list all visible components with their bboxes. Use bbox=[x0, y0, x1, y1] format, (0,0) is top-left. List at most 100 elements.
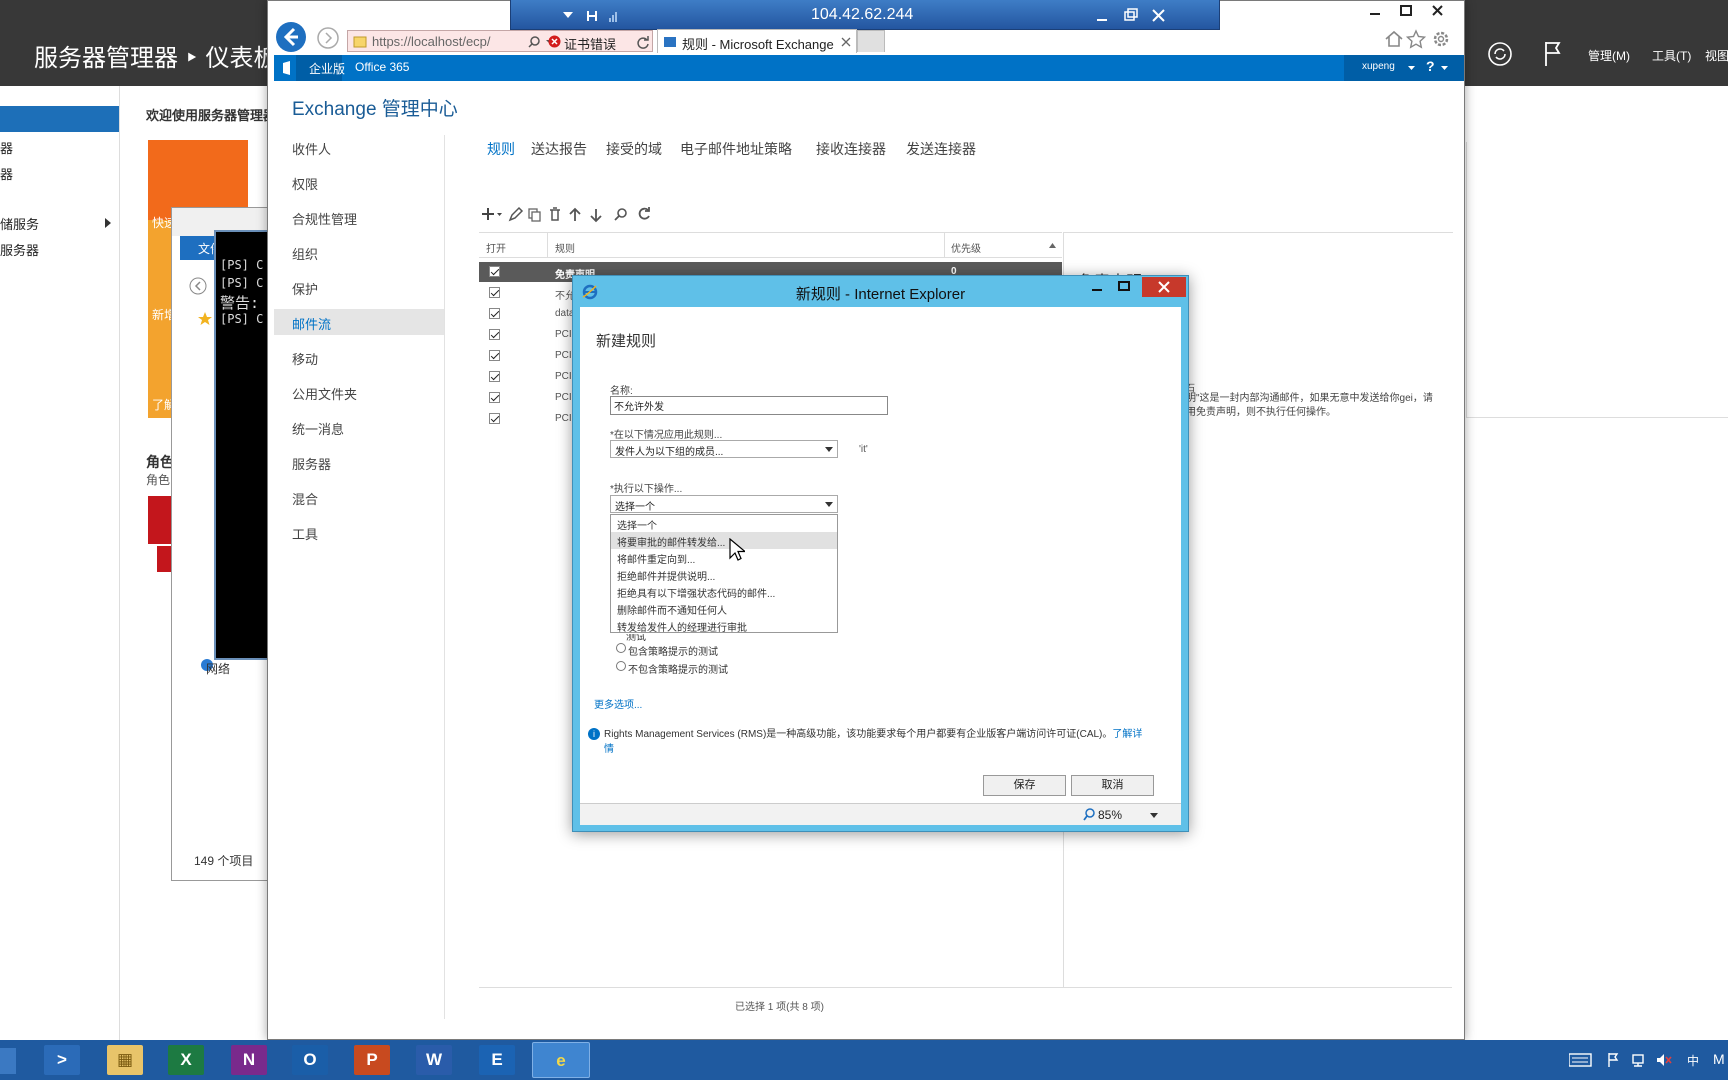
taskbar-exchange-shell[interactable]: E bbox=[479, 1045, 515, 1075]
rule-name[interactable]: PCI bbox=[555, 413, 572, 424]
nav-compliance[interactable]: 合规性管理 bbox=[292, 209, 357, 228]
taskbar-outlook[interactable]: O bbox=[292, 1045, 328, 1075]
nav-permissions[interactable]: 权限 bbox=[292, 174, 318, 193]
refresh-icon[interactable] bbox=[636, 35, 650, 49]
volume-muted-icon bbox=[1657, 1054, 1672, 1066]
taskbar-word[interactable]: W bbox=[416, 1045, 452, 1075]
cert-error-label[interactable]: 证书错误 bbox=[564, 34, 616, 53]
rule-checkbox[interactable] bbox=[489, 350, 500, 361]
rule-name-input[interactable] bbox=[610, 396, 888, 415]
tab-delivery-reports[interactable]: 送达报告 bbox=[531, 139, 587, 159]
column-header-priority[interactable]: 优先级 bbox=[951, 240, 981, 255]
taskbar-powerpoint[interactable]: P bbox=[354, 1045, 390, 1075]
ime-indicator[interactable]: 中 bbox=[1687, 1052, 1699, 1069]
topbar-office365[interactable]: Office 365 bbox=[355, 60, 409, 74]
rule-name[interactable]: PCI bbox=[555, 329, 572, 340]
address-bar[interactable]: https://localhost/ecp/ 证书错误 bbox=[347, 30, 653, 52]
topbar-enterprise[interactable]: 企业版 bbox=[309, 60, 345, 77]
explorer-network-item[interactable]: 网络 bbox=[206, 660, 230, 677]
refresh-icon[interactable] bbox=[1486, 40, 1514, 68]
action-option-highlighted[interactable]: 将要审批的邮件转发给... bbox=[611, 532, 837, 549]
rule-checkbox[interactable] bbox=[489, 413, 500, 424]
forward-button[interactable] bbox=[317, 27, 339, 49]
action-option[interactable]: 拒绝具有以下增强状态代码的邮件... bbox=[611, 583, 837, 600]
nav-recipients[interactable]: 收件人 bbox=[292, 139, 331, 158]
more-options-link[interactable]: 更多选项... bbox=[594, 696, 642, 711]
nav-item-storage[interactable]: 储服务 bbox=[0, 214, 39, 233]
tab-receive-connectors[interactable]: 接收连接器 bbox=[816, 139, 886, 159]
nav-organization[interactable]: 组织 bbox=[292, 244, 318, 263]
rule-checkbox[interactable] bbox=[489, 266, 500, 277]
rule-checkbox[interactable] bbox=[489, 308, 500, 319]
user-menu[interactable]: xupeng bbox=[1362, 61, 1395, 72]
maximize-icon[interactable] bbox=[1109, 277, 1139, 297]
menu-view[interactable]: 视图 bbox=[1705, 47, 1728, 64]
rule-checkbox[interactable] bbox=[489, 329, 500, 340]
back-icon[interactable] bbox=[188, 276, 208, 296]
action-option[interactable]: 转发给发件人的经理进行审批 bbox=[611, 617, 837, 634]
rdp-pin-icons[interactable] bbox=[559, 9, 619, 23]
nav-servers[interactable]: 服务器 bbox=[292, 454, 331, 473]
learn-more-link[interactable]: 了解详 bbox=[1112, 729, 1142, 740]
rule-checkbox[interactable] bbox=[489, 392, 500, 403]
rule-name[interactable]: PCI bbox=[555, 392, 572, 403]
action-select[interactable]: 选择一个 bbox=[610, 495, 838, 513]
close-tab-icon[interactable] bbox=[841, 37, 851, 47]
nav-mobile[interactable]: 移动 bbox=[292, 349, 318, 368]
minimize-icon[interactable] bbox=[1082, 277, 1112, 297]
action-option[interactable]: 将邮件重定向到... bbox=[611, 549, 837, 566]
flag-icon[interactable] bbox=[1542, 40, 1564, 68]
taskbar-file-explorer[interactable]: ▦ bbox=[107, 1045, 143, 1075]
new-tab-button[interactable] bbox=[857, 30, 885, 52]
rdp-window-controls[interactable] bbox=[1097, 8, 1187, 24]
tab-email-address-policies[interactable]: 电子邮件地址策略 bbox=[680, 139, 792, 159]
action-option[interactable]: 删除邮件而不通知任何人 bbox=[611, 600, 837, 617]
action-option[interactable]: 拒绝邮件并提供说明... bbox=[611, 566, 837, 583]
nav-selected-item[interactable] bbox=[0, 106, 119, 132]
nav-tools[interactable]: 工具 bbox=[292, 524, 318, 543]
column-header-on[interactable]: 打开 bbox=[486, 240, 506, 255]
nav-item[interactable]: 器 bbox=[0, 138, 13, 157]
address-url[interactable]: https://localhost/ecp/ bbox=[372, 34, 491, 49]
taskbar-internet-explorer[interactable]: e bbox=[532, 1042, 590, 1078]
help-menu[interactable]: ? bbox=[1426, 58, 1435, 74]
rule-checkbox[interactable] bbox=[489, 287, 500, 298]
action-option[interactable]: 选择一个 bbox=[611, 515, 837, 532]
zoom-level[interactable]: 85% bbox=[1098, 808, 1122, 822]
menu-tools[interactable]: 工具(T) bbox=[1652, 47, 1691, 64]
rule-name[interactable]: PCI bbox=[555, 350, 572, 361]
tab-exchange-rules[interactable]: 规则 - Microsoft Exchange bbox=[657, 29, 857, 53]
nav-mail-flow[interactable]: 邮件流 bbox=[292, 314, 331, 333]
rule-checkbox[interactable] bbox=[489, 371, 500, 382]
radio-without-policy-tips[interactable] bbox=[616, 661, 626, 671]
nav-protection[interactable]: 保护 bbox=[292, 279, 318, 298]
taskbar-excel[interactable]: X bbox=[168, 1045, 204, 1075]
condition-label: *在以下情况应用此规则... bbox=[610, 430, 723, 441]
nav-item[interactable]: 器 bbox=[0, 164, 13, 183]
tab-send-connectors[interactable]: 发送连接器 bbox=[906, 139, 976, 159]
close-icon[interactable] bbox=[1142, 277, 1186, 297]
nav-unified-messaging[interactable]: 统一消息 bbox=[292, 419, 344, 438]
condition-select[interactable]: 发件人为以下组的成员... bbox=[610, 440, 838, 458]
save-button[interactable]: 保存 bbox=[983, 775, 1066, 796]
taskbar-powershell[interactable]: > bbox=[44, 1045, 80, 1075]
cancel-button[interactable]: 取消 bbox=[1071, 775, 1154, 796]
tray-icons[interactable] bbox=[1569, 1052, 1699, 1068]
column-header-rule[interactable]: 规则 bbox=[555, 240, 575, 255]
nav-item-servers[interactable]: 服务器 bbox=[0, 240, 39, 259]
nav-public-folders[interactable]: 公用文件夹 bbox=[292, 384, 357, 403]
radio-with-policy-tips[interactable] bbox=[616, 643, 626, 653]
back-button[interactable] bbox=[275, 21, 307, 53]
tab-rules[interactable]: 规则 bbox=[487, 139, 515, 159]
tab-accepted-domains[interactable]: 接受的域 bbox=[606, 139, 662, 159]
start-button[interactable] bbox=[0, 1048, 16, 1074]
ime-mode[interactable]: M bbox=[1713, 1051, 1725, 1067]
rule-name[interactable]: PCI bbox=[555, 371, 572, 382]
learn-more-link-continued[interactable]: 情 bbox=[604, 744, 614, 755]
taskbar-onenote[interactable]: N bbox=[231, 1045, 267, 1075]
cert-error-icon[interactable] bbox=[548, 35, 561, 48]
chevron-down-icon[interactable] bbox=[1150, 813, 1158, 818]
menu-manage[interactable]: 管理(M) bbox=[1588, 47, 1630, 64]
nav-hybrid[interactable]: 混合 bbox=[292, 489, 318, 508]
condition-value-link[interactable]: 'it' bbox=[859, 444, 868, 455]
